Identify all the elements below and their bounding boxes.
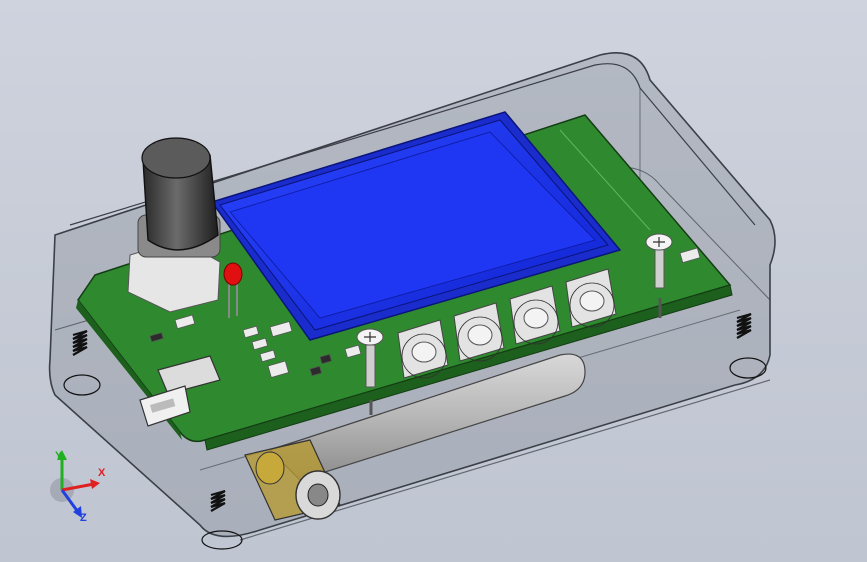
cad-viewport[interactable]: Y X Z [0, 0, 867, 562]
z-axis-label: Z [80, 512, 87, 524]
rotary-encoder [127, 137, 221, 313]
x-axis-label: X [98, 467, 106, 479]
orientation-triad: Y X Z [50, 450, 106, 524]
y-axis-label: Y [55, 450, 63, 462]
3d-model-scene[interactable] [0, 0, 867, 562]
